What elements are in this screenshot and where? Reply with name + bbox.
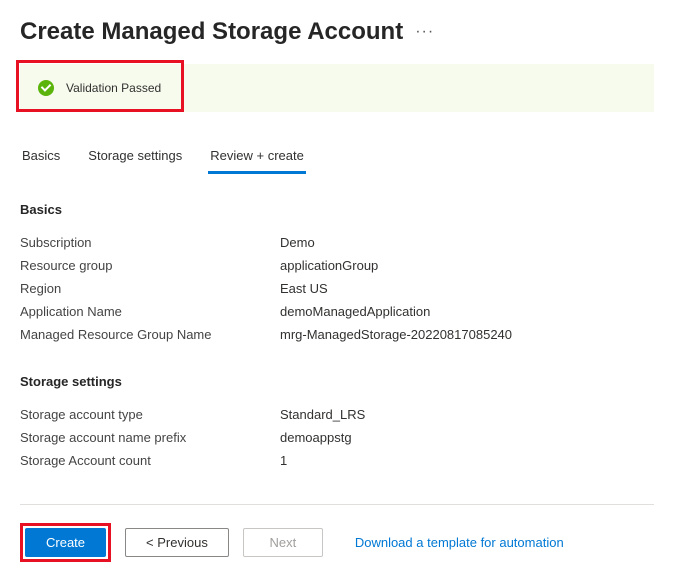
label: Application Name xyxy=(20,304,280,319)
value: Standard_LRS xyxy=(280,407,365,422)
section-storage-settings: Storage settings Storage account type St… xyxy=(20,374,654,472)
row-region: Region East US xyxy=(20,277,654,300)
label: Managed Resource Group Name xyxy=(20,327,280,342)
page-title: Create Managed Storage Account xyxy=(20,18,403,46)
page-header: Create Managed Storage Account ··· xyxy=(20,18,654,46)
validation-message: Validation Passed xyxy=(66,81,161,95)
row-subscription: Subscription Demo xyxy=(20,231,654,254)
tab-bar: Basics Storage settings Review + create xyxy=(20,142,654,174)
download-template-link[interactable]: Download a template for automation xyxy=(355,535,564,550)
create-button[interactable]: Create xyxy=(25,528,106,557)
row-storage-prefix: Storage account name prefix demoappstg xyxy=(20,426,654,449)
previous-button[interactable]: < Previous xyxy=(125,528,229,557)
label: Storage account type xyxy=(20,407,280,422)
tab-review-create[interactable]: Review + create xyxy=(208,142,306,174)
more-icon[interactable]: ··· xyxy=(415,23,434,41)
highlight-box: Create xyxy=(20,523,111,562)
next-button: Next xyxy=(243,528,323,557)
row-managed-resource-group: Managed Resource Group Name mrg-ManagedS… xyxy=(20,323,654,346)
footer-bar: Create < Previous Next Download a templa… xyxy=(20,504,654,562)
tab-storage-settings[interactable]: Storage settings xyxy=(86,142,184,174)
value: demoappstg xyxy=(280,430,352,445)
validation-banner: Validation Passed xyxy=(20,64,654,112)
row-application-name: Application Name demoManagedApplication xyxy=(20,300,654,323)
label: Resource group xyxy=(20,258,280,273)
value: applicationGroup xyxy=(280,258,378,273)
label: Region xyxy=(20,281,280,296)
row-storage-count: Storage Account count 1 xyxy=(20,449,654,472)
value: 1 xyxy=(280,453,287,468)
value: East US xyxy=(280,281,328,296)
value: Demo xyxy=(280,235,315,250)
label: Storage Account count xyxy=(20,453,280,468)
section-title-storage: Storage settings xyxy=(20,374,654,389)
section-basics: Basics Subscription Demo Resource group … xyxy=(20,202,654,346)
check-circle-icon xyxy=(38,80,54,96)
value: demoManagedApplication xyxy=(280,304,430,319)
value: mrg-ManagedStorage-20220817085240 xyxy=(280,327,512,342)
row-storage-type: Storage account type Standard_LRS xyxy=(20,403,654,426)
section-title-basics: Basics xyxy=(20,202,654,217)
row-resource-group: Resource group applicationGroup xyxy=(20,254,654,277)
label: Subscription xyxy=(20,235,280,250)
tab-basics[interactable]: Basics xyxy=(20,142,62,174)
validation-region: Validation Passed xyxy=(20,64,654,112)
label: Storage account name prefix xyxy=(20,430,280,445)
